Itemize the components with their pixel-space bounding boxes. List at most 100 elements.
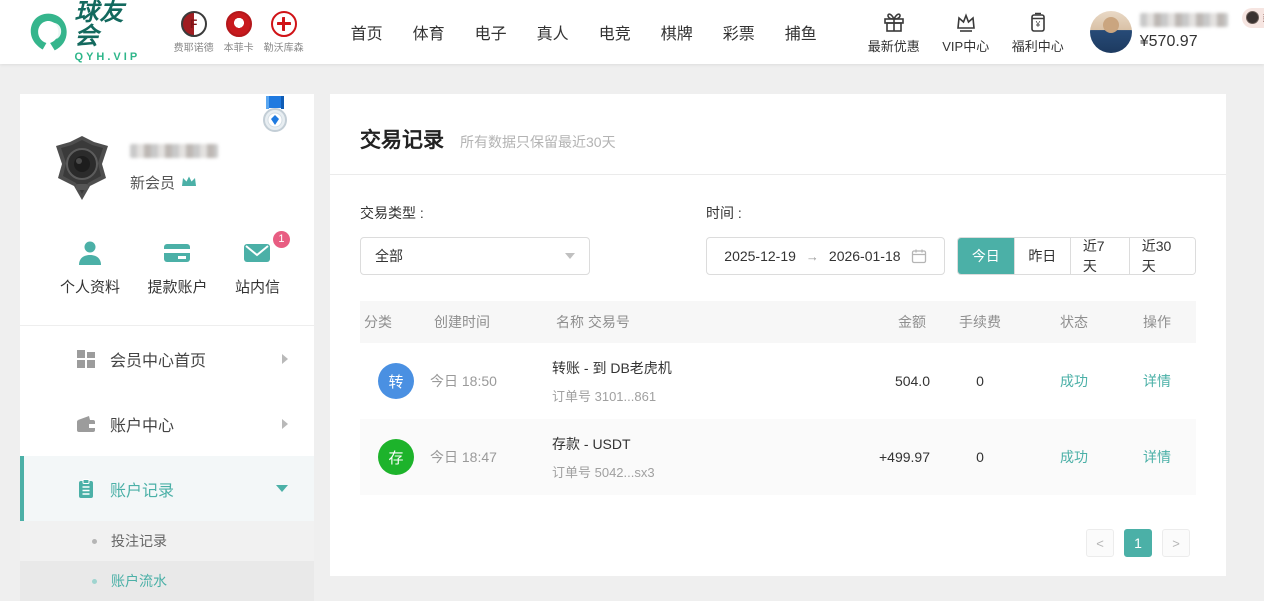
range-arrow-icon: → — [806, 249, 819, 264]
range-7days-button[interactable]: 近7天 — [1070, 238, 1129, 274]
feyenoord-crest-icon — [181, 11, 207, 37]
nav-item-slots[interactable]: 电子 — [460, 20, 522, 44]
welfare-center-button[interactable]: ¥ 福利中心 — [1002, 10, 1074, 55]
profile-username-redacted — [130, 144, 218, 158]
mail-icon — [242, 238, 272, 268]
transaction-type-select[interactable]: 全部 — [360, 237, 590, 275]
col-amount: 金额 — [818, 312, 930, 332]
col-action: 操作 — [1118, 312, 1196, 332]
sponsor-label: 勒沃库森 — [264, 39, 304, 54]
welfare-jar-icon: ¥ — [1026, 10, 1050, 34]
username-redacted — [1140, 13, 1228, 27]
page-subtitle: 所有数据只保留最近30天 — [460, 132, 616, 152]
fee-value: 0 — [930, 373, 1030, 389]
submenu-bet-records[interactable]: 投注记录 — [20, 521, 314, 561]
member-emblem-icon — [50, 134, 114, 202]
nav-item-cards[interactable]: 棋牌 — [646, 20, 708, 44]
vip-center-button[interactable]: VIP中心 — [930, 10, 1002, 55]
amount-value: +499.97 — [818, 449, 930, 465]
brand-logo[interactable]: 球友会 QYH.VIP — [28, 1, 144, 63]
vip-center-label: VIP中心 — [942, 36, 989, 55]
user-avatar[interactable] — [1090, 11, 1132, 53]
select-caret-icon — [565, 253, 575, 259]
status-badge: 成功 — [1030, 371, 1118, 391]
col-fee: 手续费 — [930, 312, 1030, 332]
range-today-button[interactable]: 今日 — [958, 238, 1014, 274]
menu-member-center-home[interactable]: 会员中心首页 — [20, 326, 314, 391]
user-icon — [75, 238, 105, 268]
created-time: 今日 18:50 — [430, 371, 552, 391]
brand-logo-icon — [28, 10, 69, 54]
promotions-label: 最新优惠 — [868, 36, 920, 55]
table-row: 存 今日 18:47 存款 - USDT 订单号 5042...sx3 +499… — [360, 419, 1196, 495]
profile-link[interactable]: 个人资料 — [60, 238, 120, 297]
calendar-icon — [911, 248, 927, 264]
order-number: 订单号 5042...sx3 — [552, 462, 818, 481]
wallet-icon — [76, 414, 96, 434]
bank-card-icon — [162, 238, 192, 268]
fee-value: 0 — [930, 449, 1030, 465]
nav-item-esports[interactable]: 电竞 — [584, 20, 646, 44]
amount-value: 504.0 — [818, 373, 930, 389]
deposit-category-icon: 存 — [378, 439, 414, 475]
transfer-category-icon: 转 — [378, 363, 414, 399]
menu-account-records-label: 账户记录 — [110, 477, 276, 501]
transaction-name: 存款 - USDT — [552, 434, 818, 454]
prev-page-button[interactable]: < — [1086, 529, 1114, 557]
menu-account-center[interactable]: 账户中心 — [20, 391, 314, 456]
filters-bar: 交易类型 : 全部 时间 : 2025-12-19 → 2026-01-18 今… — [330, 175, 1226, 275]
benfica-crest-icon — [226, 11, 252, 37]
created-time: 今日 18:47 — [430, 447, 552, 467]
nav-item-fishing[interactable]: 捕鱼 — [770, 20, 832, 44]
date-range-input[interactable]: 2025-12-19 → 2026-01-18 — [706, 237, 945, 275]
nav-item-sports[interactable]: 体育 — [398, 20, 460, 44]
main-nav: 首页 体育 电子 真人 电竞 棋牌 彩票 捕鱼 — [336, 20, 832, 44]
svg-text:¥: ¥ — [1035, 20, 1041, 29]
nav-item-lottery[interactable]: 彩票 — [708, 20, 770, 44]
order-number: 订单号 3101...861 — [552, 386, 818, 405]
sponsor-label: 费耶诺德 — [174, 39, 214, 54]
unread-count-badge: 1 — [273, 231, 290, 248]
details-link[interactable]: 详情 — [1143, 373, 1171, 389]
sponsor-label: 本菲卡 — [224, 39, 254, 54]
messages-link[interactable]: 1 站内信 — [235, 238, 280, 297]
sponsor-feyenoord: 费耶诺德 — [174, 11, 214, 54]
col-name-txid: 名称 交易号 — [552, 312, 818, 332]
level-crown-icon — [181, 175, 197, 189]
range-30days-button[interactable]: 近30天 — [1129, 238, 1195, 274]
range-yesterday-button[interactable]: 昨日 — [1014, 238, 1070, 274]
col-created: 创建时间 — [430, 312, 552, 332]
withdraw-account-label: 提款账户 — [147, 276, 207, 297]
welfare-center-label: 福利中心 — [1012, 36, 1064, 55]
submenu-bet-records-label: 投注记录 — [111, 531, 167, 551]
level-medal-icon — [258, 96, 292, 144]
leverkusen-crest-icon — [271, 11, 297, 37]
submenu-account-statement[interactable]: 账户流水 — [20, 561, 314, 601]
panel-header: 交易记录 所有数据只保留最近30天 — [330, 94, 1226, 175]
table-row: 转 今日 18:50 转账 - 到 DB老虎机 订单号 3101...861 5… — [360, 343, 1196, 419]
pagination: < 1 > — [330, 529, 1190, 557]
menu-account-records[interactable]: 账户记录 — [20, 456, 314, 521]
page-1-button[interactable]: 1 — [1124, 529, 1152, 557]
details-link[interactable]: 详情 — [1143, 449, 1171, 465]
quick-links: 个人资料 提款账户 1 站内信 — [20, 202, 314, 297]
member-level-icon — [1246, 11, 1259, 24]
profile-level-label: 新会员 — [130, 172, 175, 193]
brand-name: 球友会 — [75, 1, 144, 49]
profile-link-label: 个人资料 — [60, 276, 120, 297]
withdraw-account-link[interactable]: 提款账户 — [147, 238, 207, 297]
date-end-value: 2026-01-18 — [829, 248, 901, 264]
chevron-right-icon — [282, 354, 288, 364]
member-level-badge: 新会员 — [1242, 8, 1264, 28]
promotions-button[interactable]: 最新优惠 — [858, 10, 930, 55]
next-page-button[interactable]: > — [1162, 529, 1190, 557]
nav-item-live[interactable]: 真人 — [522, 20, 584, 44]
time-filter: 时间 : 2025-12-19 → 2026-01-18 今日 昨日 近7天 近… — [706, 203, 1196, 275]
sponsor-leverkusen: 勒沃库森 — [264, 11, 304, 54]
user-summary[interactable]: ¥570.97 — [1090, 11, 1228, 53]
brand-domain: QYH.VIP — [75, 52, 144, 63]
bullet-icon — [92, 539, 97, 544]
quick-range-group: 今日 昨日 近7天 近30天 — [957, 237, 1196, 275]
nav-item-home[interactable]: 首页 — [336, 20, 398, 44]
transaction-records-panel: 交易记录 所有数据只保留最近30天 交易类型 : 全部 时间 : 2025-12… — [330, 94, 1226, 576]
